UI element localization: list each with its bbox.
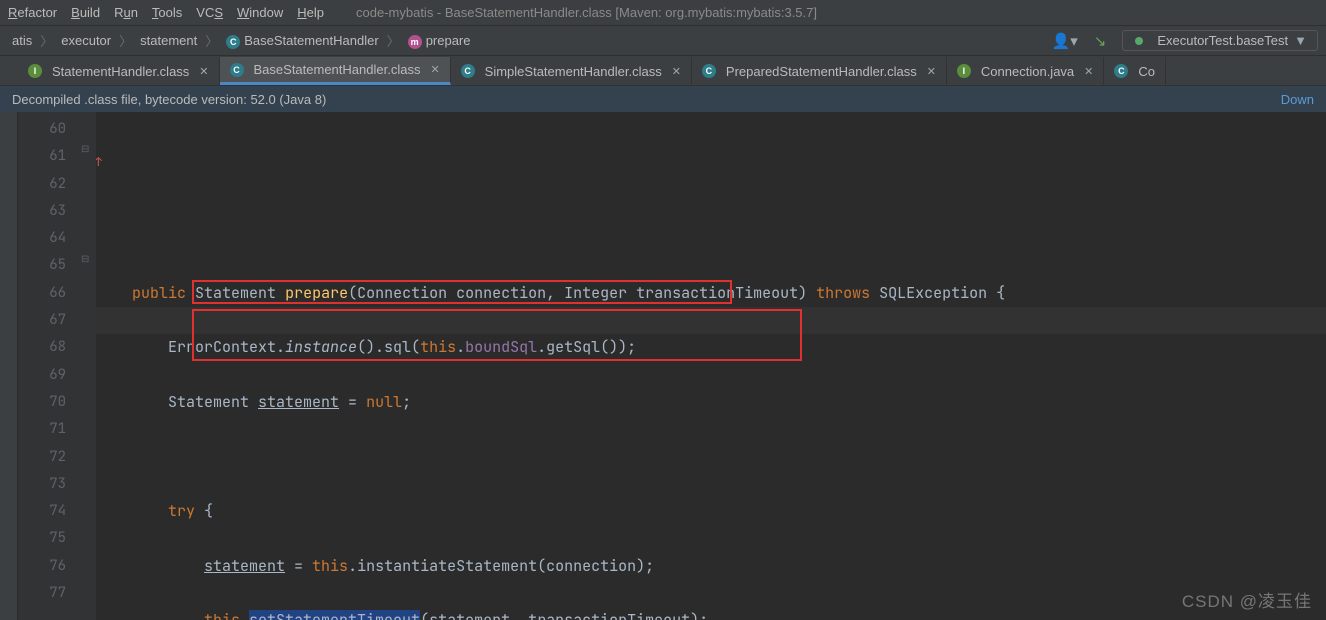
- code-line: public Statement prepare(Connection conn…: [96, 280, 1326, 307]
- close-icon[interactable]: ✕: [1084, 65, 1093, 78]
- line-number: 67: [18, 307, 66, 334]
- line-number: 70: [18, 389, 66, 416]
- chevron-right-icon: 〉: [40, 31, 53, 50]
- line-number: 62: [18, 171, 66, 198]
- code-line: [96, 225, 1326, 252]
- line-number: 60: [18, 116, 66, 143]
- close-icon[interactable]: ✕: [927, 65, 936, 78]
- menu-tools[interactable]: Tools: [152, 5, 182, 20]
- crumb-class[interactable]: CBaseStatementHandler: [222, 31, 382, 51]
- build-icon[interactable]: ↘: [1094, 32, 1107, 50]
- menu-bar: Refactor Build Run Tools VCS Window Help…: [0, 0, 1326, 26]
- interface-icon: I: [957, 64, 971, 78]
- tab-statementhandler[interactable]: IStatementHandler.class✕: [18, 57, 220, 85]
- chevron-right-icon: 〉: [387, 31, 400, 50]
- line-number: 75: [18, 525, 66, 552]
- fold-column: ⊟ ⊟: [76, 112, 96, 620]
- decompiled-banner: Decompiled .class file, bytecode version…: [0, 86, 1326, 112]
- line-number: 74: [18, 498, 66, 525]
- class-icon: C: [1114, 64, 1128, 78]
- class-icon: C: [230, 63, 244, 77]
- line-number: 64: [18, 225, 66, 252]
- menu-vcs[interactable]: VCS: [196, 5, 223, 20]
- line-number: 77: [18, 580, 66, 607]
- fold-open-icon[interactable]: ⊟: [81, 254, 89, 265]
- current-line-highlight: [96, 307, 1326, 334]
- menu-window[interactable]: Window: [237, 5, 283, 20]
- run-configuration-dropdown[interactable]: ExecutorTest.baseTest ▼: [1122, 30, 1318, 51]
- class-icon: C: [461, 64, 475, 78]
- chevron-right-icon: 〉: [119, 31, 132, 50]
- crumb-statement[interactable]: statement: [136, 31, 201, 50]
- tab-basestatementhandler[interactable]: CBaseStatementHandler.class✕: [220, 57, 451, 85]
- method-icon: m: [408, 35, 422, 49]
- code-line: statement = this.instantiateStatement(co…: [96, 553, 1326, 580]
- code-line: [96, 444, 1326, 471]
- editor-area: 60 61↑ 62 63 64 65 66 67 68 69 70 71 72 …: [0, 112, 1326, 620]
- line-number: 66: [18, 280, 66, 307]
- user-icon[interactable]: 👤▾: [1052, 32, 1078, 50]
- menu-refactor[interactable]: Refactor: [8, 5, 57, 20]
- editor-tabs: IStatementHandler.class✕ CBaseStatementH…: [0, 56, 1326, 86]
- line-number: 63: [18, 198, 66, 225]
- menu-run[interactable]: Run: [114, 5, 138, 20]
- tab-simplestatementhandler[interactable]: CSimpleStatementHandler.class✕: [451, 57, 692, 85]
- code-line: ErrorContext.instance().sql(this.boundSq…: [96, 334, 1326, 361]
- code-line: Statement statement = null;: [96, 389, 1326, 416]
- line-number: 73: [18, 471, 66, 498]
- chevron-down-icon: ▼: [1294, 33, 1307, 48]
- line-number: 71: [18, 416, 66, 443]
- line-number: 68: [18, 334, 66, 361]
- tab-connection[interactable]: IConnection.java✕: [947, 57, 1104, 85]
- run-status-icon: [1135, 37, 1143, 45]
- interface-icon: I: [28, 64, 42, 78]
- menu-build[interactable]: Build: [71, 5, 100, 20]
- line-number: 65: [18, 252, 66, 279]
- menu-help[interactable]: Help: [297, 5, 324, 20]
- class-icon: C: [702, 64, 716, 78]
- close-icon[interactable]: ✕: [199, 65, 208, 78]
- tab-preparedstatementhandler[interactable]: CPreparedStatementHandler.class✕: [692, 57, 947, 85]
- class-icon: C: [226, 35, 240, 49]
- line-number: 61↑: [18, 143, 66, 170]
- code-line: try {: [96, 498, 1326, 525]
- line-number: 72: [18, 444, 66, 471]
- breadcrumb: atis〉 executor〉 statement〉 CBaseStatemen…: [8, 31, 475, 51]
- code-line: this.setStatementTimeout(statement, tran…: [96, 607, 1326, 620]
- navigation-bar: atis〉 executor〉 statement〉 CBaseStatemen…: [0, 26, 1326, 56]
- window-title: code-mybatis - BaseStatementHandler.clas…: [356, 5, 817, 20]
- crumb-root[interactable]: atis: [8, 31, 36, 50]
- line-gutter: 60 61↑ 62 63 64 65 66 67 68 69 70 71 72 …: [18, 112, 76, 620]
- left-rail: [0, 112, 18, 620]
- line-number: 76: [18, 553, 66, 580]
- line-number: 69: [18, 362, 66, 389]
- banner-link[interactable]: Down: [1281, 92, 1314, 107]
- tab-overflow[interactable]: CCo: [1104, 57, 1166, 85]
- banner-text: Decompiled .class file, bytecode version…: [12, 92, 326, 107]
- code-area[interactable]: public Statement prepare(Connection conn…: [96, 112, 1326, 620]
- run-config-label: ExecutorTest.baseTest: [1157, 33, 1288, 48]
- fold-open-icon[interactable]: ⊟: [81, 144, 89, 155]
- close-icon[interactable]: ✕: [430, 63, 439, 76]
- crumb-method[interactable]: mprepare: [404, 31, 475, 51]
- watermark: CSDN @凌玉佳: [1182, 587, 1312, 612]
- close-icon[interactable]: ✕: [672, 65, 681, 78]
- chevron-right-icon: 〉: [205, 31, 218, 50]
- crumb-executor[interactable]: executor: [57, 31, 115, 50]
